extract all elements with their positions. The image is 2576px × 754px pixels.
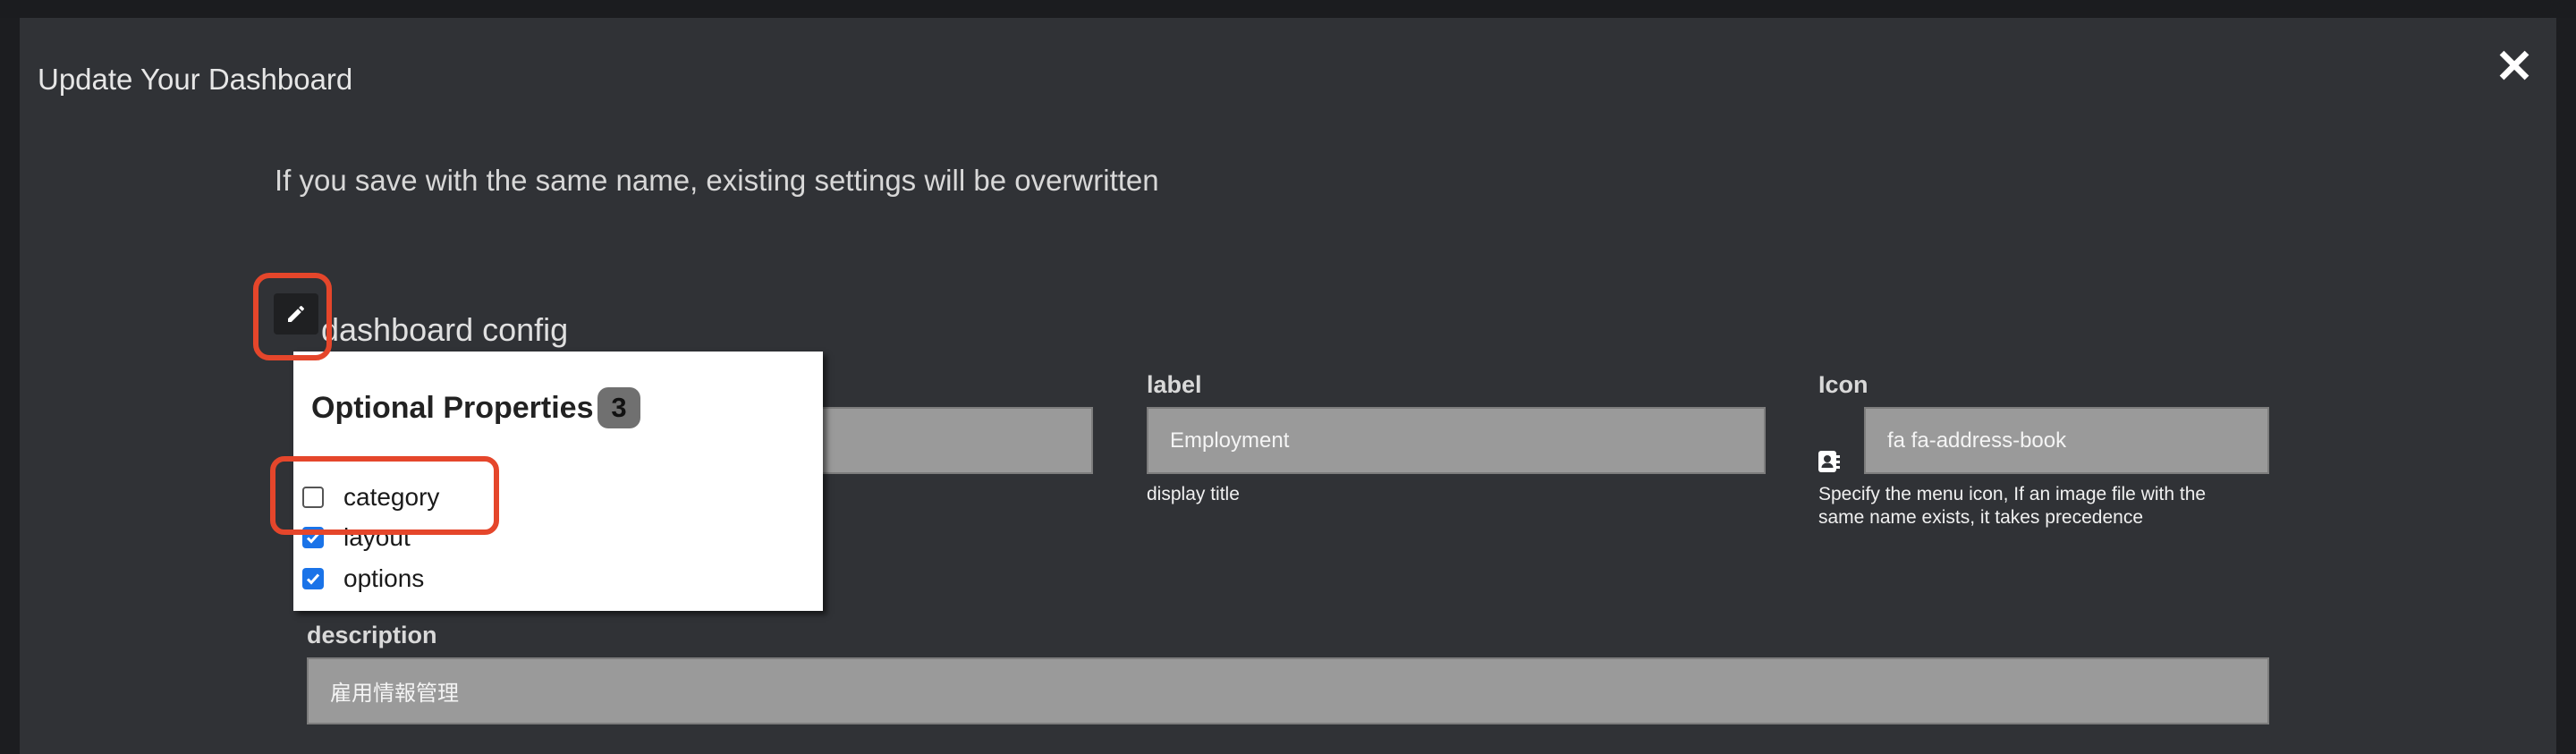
icon-field-label: Icon — [1818, 371, 1868, 398]
description-input[interactable]: 雇用情報管理 — [307, 657, 2269, 724]
property-options[interactable]: options — [302, 563, 424, 595]
backdrop-left — [0, 18, 20, 754]
label-help-text: display title — [1147, 484, 1240, 504]
icon-help-line-2: same name exists, it takes precedence — [1818, 507, 2144, 528]
edit-button-highlight — [253, 273, 332, 360]
address-book-icon — [1818, 451, 1840, 472]
icon-input[interactable]: fa fa-address-book — [1864, 407, 2269, 474]
top-bar — [0, 0, 2576, 18]
label-field-label: label — [1147, 371, 1202, 398]
overwrite-notice: If you save with the same name, existing… — [275, 164, 1159, 197]
count-badge: 3 — [597, 387, 640, 428]
icon-help-line-1: Specify the menu icon, If an image file … — [1818, 484, 2207, 504]
close-button[interactable]: ✕ — [2492, 44, 2537, 90]
options-label: options — [343, 564, 425, 592]
close-icon: ✕ — [2495, 41, 2534, 93]
backdrop-right — [2556, 18, 2576, 754]
icon-help-text: Specify the menu icon, If an image file … — [1818, 483, 2206, 529]
category-highlight — [270, 456, 499, 535]
options-checkbox[interactable] — [302, 568, 324, 589]
description-field-label: description — [307, 622, 437, 648]
label-input[interactable]: Employment — [1147, 407, 1766, 474]
checkmark-icon — [306, 573, 320, 585]
modal-title: Update Your Dashboard — [38, 63, 353, 96]
popover-title: Optional Properties — [311, 391, 594, 425]
section-title: dashboard config — [321, 311, 569, 348]
